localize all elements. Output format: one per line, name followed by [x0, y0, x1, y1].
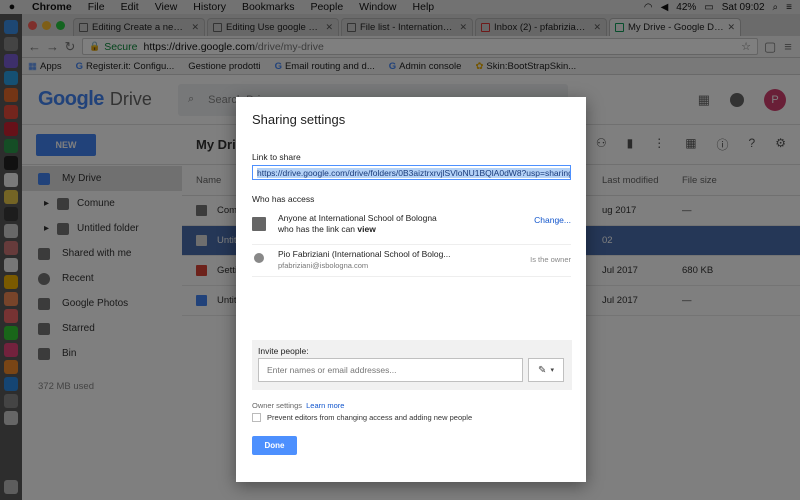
access-domain: Anyone at International School of Bologn…	[278, 213, 437, 223]
done-button[interactable]: Done	[252, 436, 297, 455]
owner-role: Is the owner	[530, 255, 571, 264]
learn-more-link[interactable]: Learn more	[306, 401, 344, 410]
owner-settings: Owner settings Learn more	[252, 401, 344, 410]
access-permission-level: view	[357, 224, 376, 234]
owner-text: Pio Fabriziani (International School of …	[278, 249, 530, 271]
owner-name: Pio Fabriziani (International School of …	[278, 249, 451, 259]
dialog-title: Sharing settings	[252, 112, 346, 127]
chevron-down-icon: ▾	[550, 367, 554, 374]
access-row-owner: Pio Fabriziani (International School of …	[252, 249, 571, 277]
access-row-domain: Anyone at International School of Bologn…	[252, 213, 571, 245]
pencil-icon: ✎	[538, 364, 547, 376]
invite-input[interactable]: Enter names or email addresses...	[258, 358, 523, 382]
prevent-checkbox[interactable]	[252, 413, 261, 422]
building-icon	[252, 217, 266, 231]
link-to-share-label: Link to share	[252, 152, 301, 162]
prevent-editors-option[interactable]: Prevent editors from changing access and…	[252, 413, 472, 422]
change-link[interactable]: Change...	[534, 215, 571, 225]
sharing-settings-dialog: Sharing settings Link to share https://d…	[236, 97, 586, 482]
access-permission-prefix: who has the link can	[278, 224, 358, 234]
who-has-access-label: Who has access	[252, 194, 315, 204]
access-text: Anyone at International School of Bologn…	[278, 213, 534, 235]
invite-placeholder: Enter names or email addresses...	[267, 365, 397, 375]
owner-settings-label: Owner settings	[252, 401, 303, 410]
access-permission: who has the link can view	[278, 224, 534, 235]
owner-email: pfabriziani@isbologna.com	[278, 261, 369, 270]
share-link-text: https://drive.google.com/drive/folders/0…	[257, 167, 571, 178]
invite-label: Invite people:	[258, 346, 309, 356]
invite-panel: Invite people: Enter names or email addr…	[252, 340, 572, 390]
share-link-field[interactable]: https://drive.google.com/drive/folders/0…	[252, 165, 571, 180]
person-icon	[254, 253, 264, 263]
permission-dropdown[interactable]: ✎ ▾	[528, 358, 564, 382]
prevent-label: Prevent editors from changing access and…	[267, 413, 473, 422]
